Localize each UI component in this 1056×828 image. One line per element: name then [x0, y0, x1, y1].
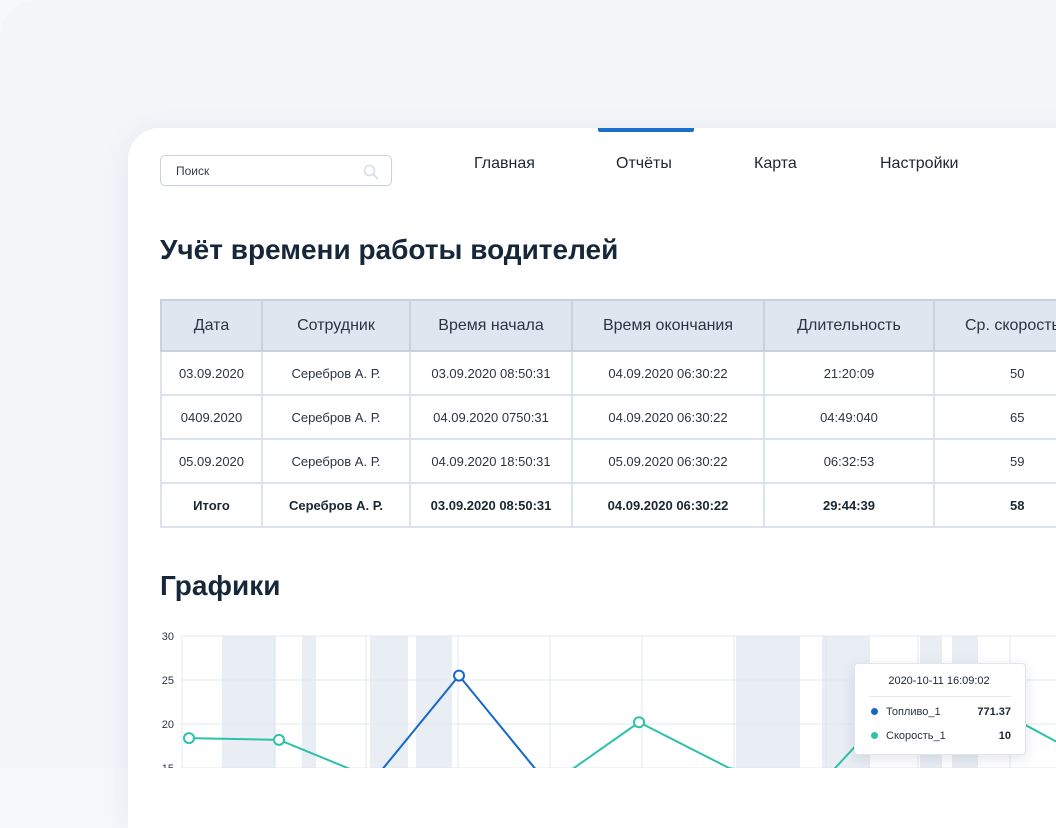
y-tick-label: 15 — [162, 763, 174, 768]
tooltip-speed-value: 10 — [998, 730, 1011, 742]
search-icon[interactable] — [363, 164, 379, 180]
table-cell: 04.09.2020 06:30:22 — [571, 482, 765, 528]
table-cell: 04.09.2020 18:50:31 — [409, 438, 573, 484]
table-cell: 04.09.2020 0750:31 — [409, 394, 573, 440]
charts-title: Графики — [160, 570, 281, 601]
speed-data-point — [273, 733, 285, 746]
y-tick-label: 30 — [162, 631, 174, 643]
column-header[interactable]: Время окончания — [571, 299, 765, 352]
chart-band — [416, 636, 452, 768]
table-cell: 29:44:39 — [763, 482, 935, 528]
table-cell: 21:20:09 — [763, 350, 935, 396]
chart-band — [222, 636, 276, 768]
y-tick-label: 20 — [162, 719, 174, 731]
table-cell: 0409.2020 — [160, 394, 263, 440]
tooltip-divider — [869, 696, 1011, 697]
table-cell: 03.09.2020 08:50:31 — [409, 482, 573, 528]
chart-band — [302, 636, 316, 768]
tooltip-row-speed: Скорость_1 — [871, 730, 946, 742]
table-cell: 50 — [933, 350, 1056, 396]
table-cell: Серебров А. Р. — [261, 394, 411, 440]
y-tick-label: 25 — [162, 675, 174, 687]
nav-item-reports[interactable]: Отчёты — [616, 155, 672, 173]
table-cell: Серебров А. Р. — [261, 438, 411, 484]
fuel-legend-dot — [871, 708, 878, 715]
tooltip-speed-label: Скорость_1 — [886, 730, 946, 742]
speed-data-point — [183, 732, 195, 745]
table-total-row: Итого Серебров А. Р. 03.09.2020 08:50:31… — [160, 482, 1056, 528]
column-header[interactable]: Сотрудник — [261, 299, 411, 352]
tooltip-timestamp: 2020-10-11 16:09:02 — [888, 675, 990, 687]
speed-data-point — [633, 716, 645, 729]
table-cell: 04:49:040 — [763, 394, 935, 440]
fuel-data-point — [453, 669, 465, 682]
table-cell: 04.09.2020 06:30:22 — [571, 394, 765, 440]
nav-active-indicator — [598, 128, 694, 132]
table-cell: 58 — [933, 482, 1056, 528]
nav-item-home[interactable]: Главная — [474, 155, 535, 173]
tooltip-row-fuel: Топливо_1 — [871, 706, 941, 718]
table-cell: 06:32:53 — [763, 438, 935, 484]
column-header[interactable]: Дата — [160, 299, 263, 352]
tooltip-fuel-value: 771.37 — [977, 706, 1011, 718]
table-row[interactable]: 03.09.2020 Серебров А. Р. 03.09.2020 08:… — [160, 350, 1056, 396]
speed-legend-dot — [871, 732, 878, 739]
search-input[interactable] — [160, 155, 392, 186]
table-cell: Итого — [160, 482, 263, 528]
report-table: Дата Сотрудник Время начала Время оконча… — [160, 299, 1056, 528]
table-cell: Серебров А. Р. — [261, 482, 411, 528]
nav-item-map[interactable]: Карта — [754, 155, 797, 173]
table-cell: 59 — [933, 438, 1056, 484]
column-header[interactable]: Ср. скорость — [933, 299, 1056, 352]
table-cell: 03.09.2020 — [160, 350, 263, 396]
tooltip-fuel-label: Топливо_1 — [886, 706, 941, 718]
table-row[interactable]: 05.09.2020 Серебров А. Р. 04.09.2020 18:… — [160, 438, 1056, 484]
table-cell: 05.09.2020 06:30:22 — [571, 438, 765, 484]
table-row[interactable]: 0409.2020 Серебров А. Р. 04.09.2020 0750… — [160, 394, 1056, 440]
column-header[interactable]: Время начала — [409, 299, 573, 352]
table-cell: Серебров А. Р. — [261, 350, 411, 396]
chart-band — [736, 636, 800, 768]
app-window: Главная Отчёты Карта Настройки Учёт врем… — [128, 128, 1056, 828]
nav-item-settings[interactable]: Настройки — [880, 155, 958, 173]
report-title: Учёт времени работы водителей — [160, 234, 619, 265]
table-header-row: Дата Сотрудник Время начала Время оконча… — [160, 299, 1056, 352]
table-cell: 04.09.2020 06:30:22 — [571, 350, 765, 396]
column-header[interactable]: Длительность — [763, 299, 935, 352]
table-cell: 03.09.2020 08:50:31 — [409, 350, 573, 396]
chart-band — [370, 636, 408, 768]
table-cell: 65 — [933, 394, 1056, 440]
chart-tooltip: 2020-10-11 16:09:02 Топливо_1 771.37 Ско… — [854, 663, 1026, 755]
table-cell: 05.09.2020 — [160, 438, 263, 484]
